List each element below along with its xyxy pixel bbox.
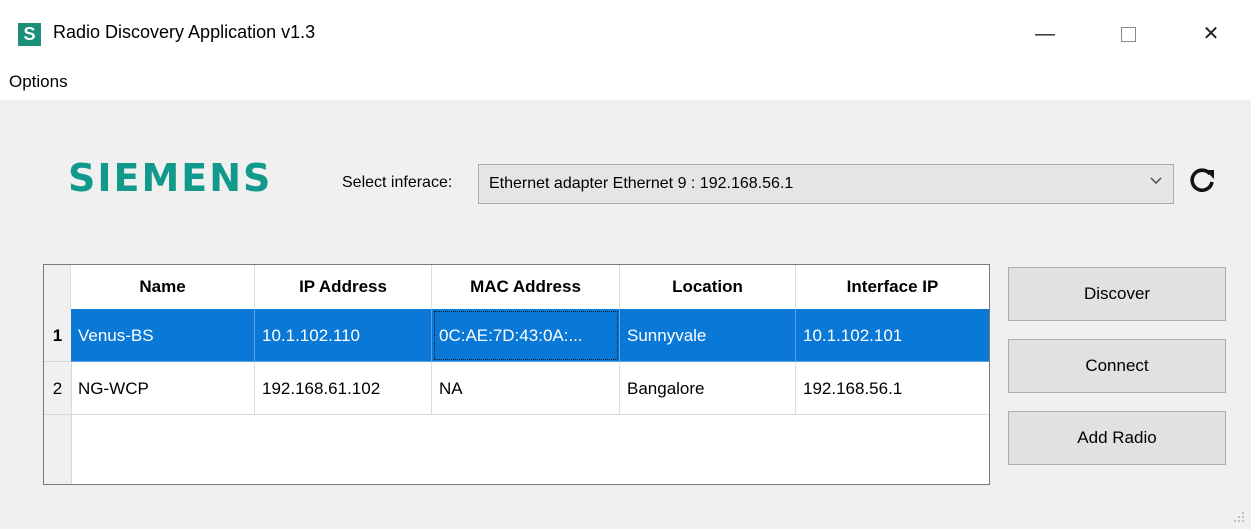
table-header: Name IP Address MAC Address Location Int…	[44, 265, 989, 309]
close-button[interactable]: ✕	[1186, 14, 1236, 54]
cell-name[interactable]: Venus-BS	[71, 309, 255, 362]
cell-interface-ip[interactable]: 192.168.56.1	[796, 362, 989, 415]
menu-options[interactable]: Options	[9, 72, 68, 92]
cell-name[interactable]: NG-WCP	[71, 362, 255, 415]
column-header-name[interactable]: Name	[71, 265, 255, 309]
title-bar: S Radio Discovery Application v1.3 — ✕	[0, 0, 1251, 65]
cell-mac-address[interactable]: NA	[432, 362, 620, 415]
chevron-down-icon	[1149, 173, 1163, 192]
interface-select[interactable]: Ethernet adapter Ethernet 9 : 192.168.56…	[478, 164, 1174, 204]
column-header-mac-address[interactable]: MAC Address	[432, 265, 620, 309]
radio-table: Name IP Address MAC Address Location Int…	[43, 264, 990, 485]
discover-button[interactable]: Discover	[1008, 267, 1226, 321]
siemens-logo: SIEMENS	[68, 156, 273, 200]
column-header-location[interactable]: Location	[620, 265, 796, 309]
interface-label: Select inferace:	[342, 174, 453, 191]
cell-ip-address[interactable]: 10.1.102.110	[255, 309, 432, 362]
column-header-ip-address[interactable]: IP Address	[255, 265, 432, 309]
cell-location[interactable]: Bangalore	[620, 362, 796, 415]
interface-selected-value: Ethernet adapter Ethernet 9 : 192.168.56…	[489, 175, 794, 192]
row-number[interactable]: 2	[44, 362, 71, 415]
maximize-button[interactable]	[1103, 14, 1153, 54]
minimize-button[interactable]: —	[1020, 14, 1070, 54]
connect-button[interactable]: Connect	[1008, 339, 1226, 393]
app-icon: S	[18, 23, 41, 46]
maximize-icon	[1120, 27, 1136, 43]
column-header-interface-ip[interactable]: Interface IP	[796, 265, 989, 309]
row-number[interactable]: 1	[44, 309, 71, 362]
table-row[interactable]: 1 Venus-BS 10.1.102.110 0C:AE:7D:43:0A:.…	[44, 309, 989, 362]
cell-interface-ip[interactable]: 10.1.102.101	[796, 309, 989, 362]
add-radio-button[interactable]: Add Radio	[1008, 411, 1226, 465]
cell-mac-address[interactable]: 0C:AE:7D:43:0A:...	[432, 309, 620, 362]
header-corner[interactable]	[44, 265, 71, 309]
resize-grip-icon[interactable]	[1233, 511, 1245, 523]
table-row[interactable]: 2 NG-WCP 192.168.61.102 NA Bangalore 192…	[44, 362, 989, 415]
window-title: Radio Discovery Application v1.3	[53, 22, 316, 42]
refresh-icon[interactable]	[1185, 163, 1219, 197]
cell-ip-address[interactable]: 192.168.61.102	[255, 362, 432, 415]
cell-location[interactable]: Sunnyvale	[620, 309, 796, 362]
menu-bar: Options	[0, 65, 1251, 100]
